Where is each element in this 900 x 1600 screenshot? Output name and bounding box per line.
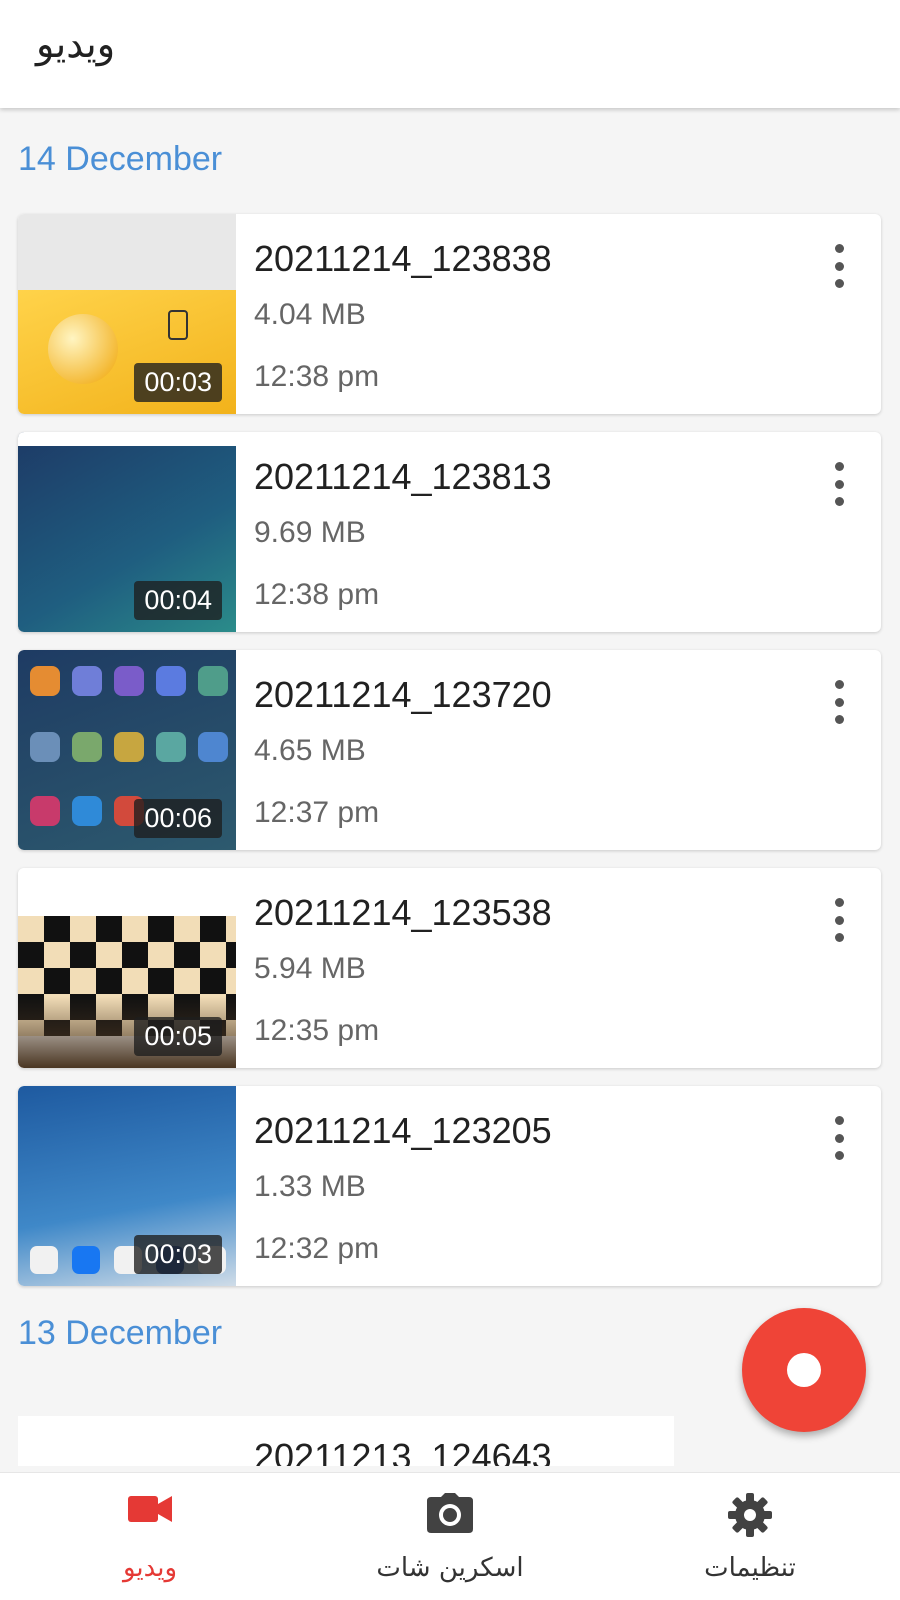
more-options-icon[interactable]: [827, 1116, 851, 1160]
videocam-icon: [128, 1496, 172, 1522]
video-card[interactable]: 00:04 20211214_123813 9.69 MB 12:38 pm: [18, 432, 881, 632]
tab-screenshot[interactable]: اسکرین شات: [330, 1473, 570, 1600]
video-card[interactable]: 20211213_124643: [18, 1416, 674, 1466]
video-card[interactable]: 00:05 20211214_123538 5.94 MB 12:35 pm: [18, 868, 881, 1068]
more-options-icon[interactable]: [827, 244, 851, 288]
duration-badge: 00:03: [134, 363, 222, 402]
file-size: 5.94 MB: [254, 952, 366, 985]
gear-icon: [728, 1493, 772, 1537]
video-thumbnail: 00:05: [18, 868, 236, 1068]
camera-icon: [427, 1493, 473, 1533]
video-card[interactable]: 00:03 20211214_123205 1.33 MB 12:32 pm: [18, 1086, 881, 1286]
file-name: 20211214_123838: [254, 238, 552, 279]
file-name: 20211214_123720: [254, 674, 552, 715]
more-options-icon[interactable]: [827, 462, 851, 506]
duration-badge: 00:05: [134, 1017, 222, 1056]
app-bar: ویدیو: [0, 0, 900, 108]
tab-settings[interactable]: تنظیمات: [630, 1473, 870, 1600]
tab-label: تنظیمات: [704, 1553, 796, 1583]
app-root: ویدیو 14 December 00:03 20211214_123838 …: [0, 0, 900, 1600]
page-title: ویدیو: [36, 22, 116, 66]
video-card[interactable]: 00:06 20211214_123720 4.65 MB 12:37 pm: [18, 650, 881, 850]
duration-badge: 00:03: [134, 1235, 222, 1274]
video-thumbnail: 00:06: [18, 650, 236, 850]
more-options-icon[interactable]: [827, 898, 851, 942]
section-header-13-december: 13 December: [18, 1314, 223, 1352]
file-size: 4.65 MB: [254, 734, 366, 767]
file-name: 20211214_123205: [254, 1110, 552, 1151]
file-name: 20211214_123813: [254, 456, 552, 497]
tab-video[interactable]: ویدیو: [30, 1473, 270, 1600]
video-thumbnail: 00:03: [18, 214, 236, 414]
file-name: 20211213_124643: [254, 1436, 552, 1466]
file-size: 9.69 MB: [254, 516, 366, 549]
file-time: 12:38 pm: [254, 360, 380, 393]
video-thumbnail: 00:04: [18, 432, 236, 632]
video-thumbnail: 00:03: [18, 1086, 236, 1286]
video-card[interactable]: 00:03 20211214_123838 4.04 MB 12:38 pm: [18, 214, 881, 414]
video-thumbnail: [18, 1416, 236, 1466]
tab-label: ویدیو: [122, 1553, 178, 1583]
duration-badge: 00:06: [134, 799, 222, 838]
file-time: 12:35 pm: [254, 1014, 380, 1047]
file-size: 1.33 MB: [254, 1170, 366, 1203]
more-options-icon[interactable]: [827, 680, 851, 724]
file-time: 12:32 pm: [254, 1232, 380, 1265]
file-time: 12:38 pm: [254, 578, 380, 611]
tab-label: اسکرین شات: [376, 1553, 524, 1583]
bottom-navigation: ویدیو اسکرین شات تنظیمات: [0, 1472, 900, 1600]
record-icon: [787, 1353, 821, 1387]
section-header-14-december: 14 December: [18, 140, 223, 178]
duration-badge: 00:04: [134, 581, 222, 620]
file-name: 20211214_123538: [254, 892, 552, 933]
record-button[interactable]: [742, 1308, 866, 1432]
file-time: 12:37 pm: [254, 796, 380, 829]
file-size: 4.04 MB: [254, 298, 366, 331]
